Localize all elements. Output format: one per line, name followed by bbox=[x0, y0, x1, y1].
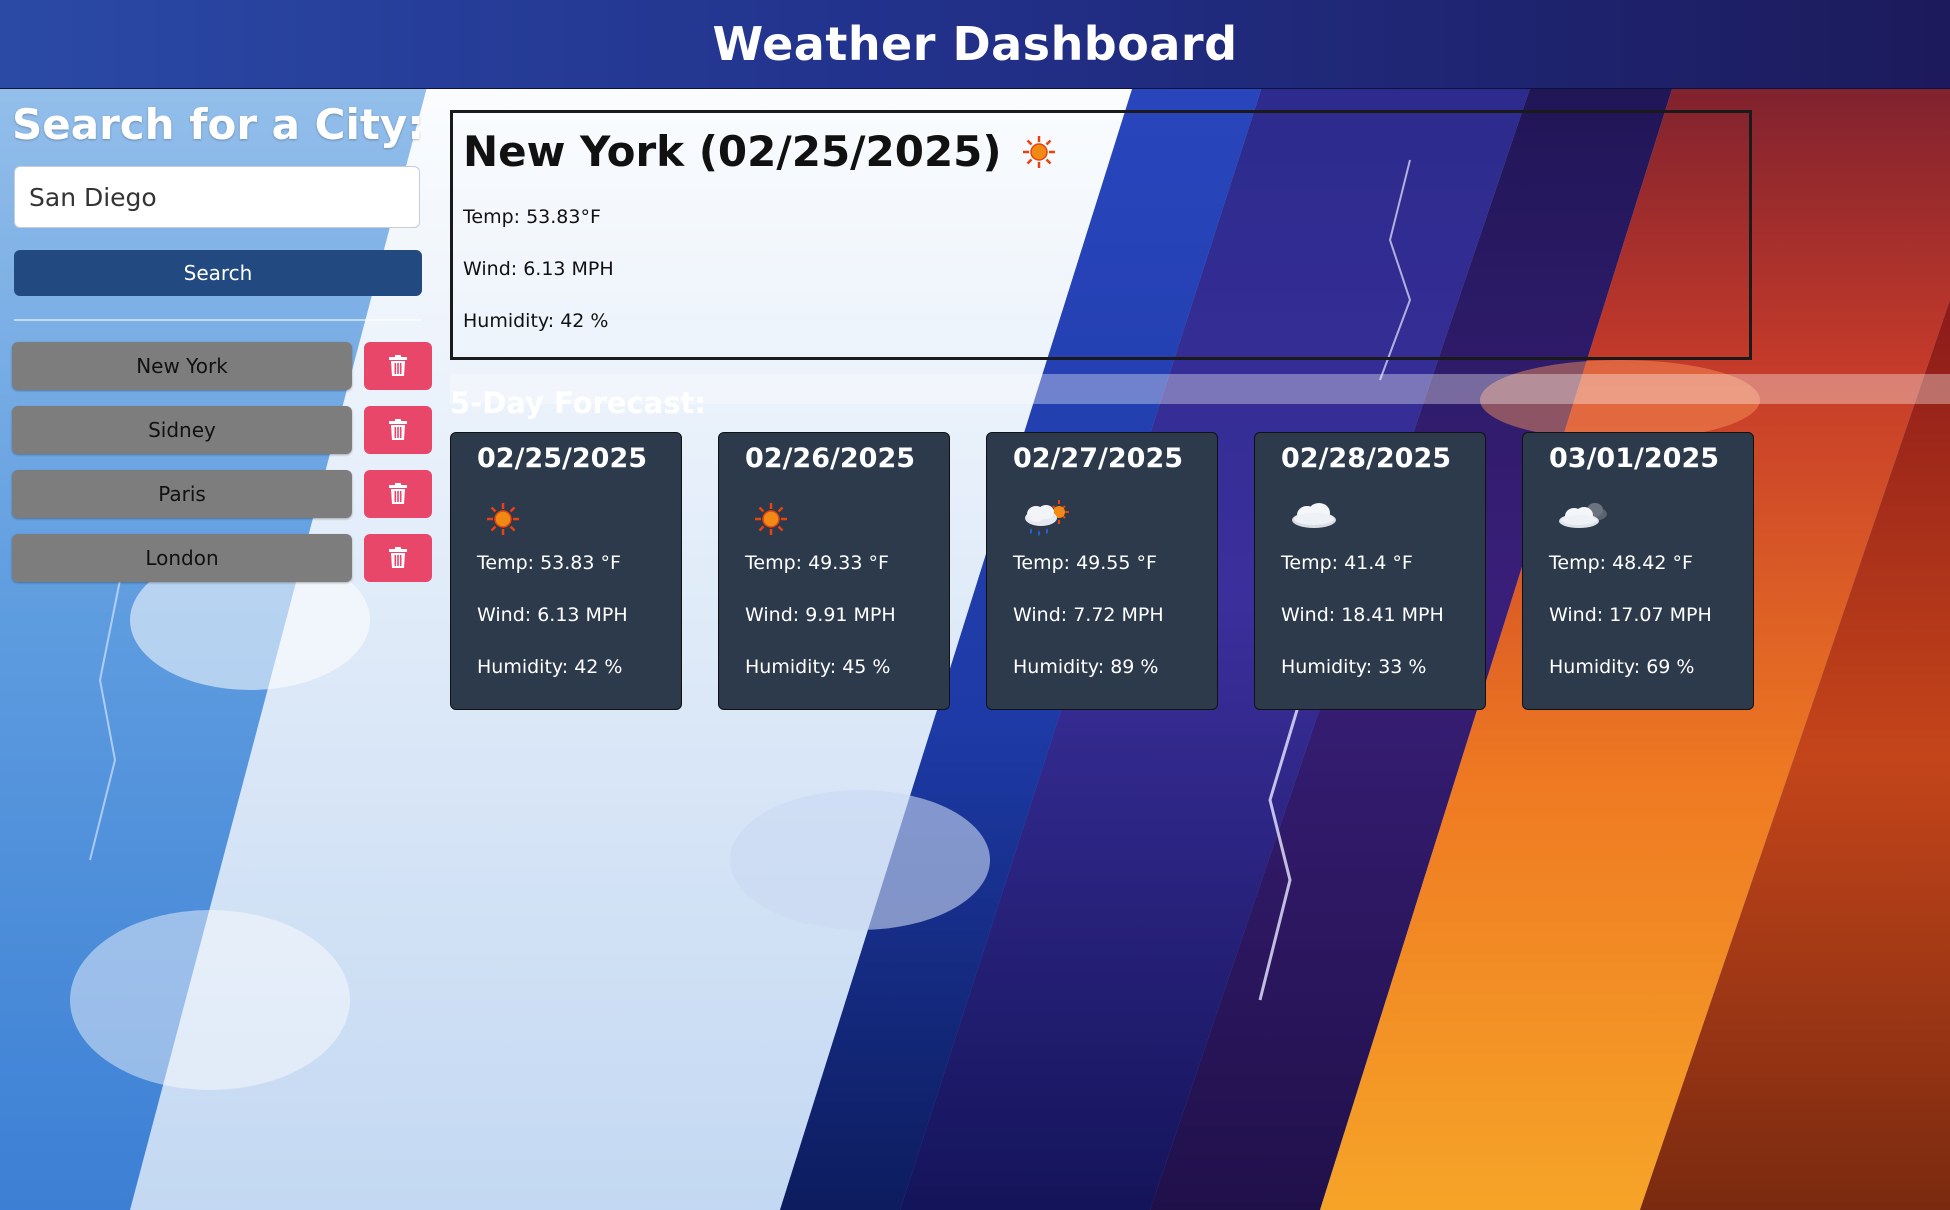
city-search-input[interactable] bbox=[14, 166, 420, 228]
forecast-card: 02/27/2025 Temp: 49.55 °F Wind: 7.72 MPH… bbox=[986, 432, 1218, 710]
sun-icon bbox=[755, 503, 787, 535]
forecast-card: 03/01/2025 Temp: 48.42 °F Wind: 17.07 MP… bbox=[1522, 432, 1754, 710]
history-city-button[interactable]: New York bbox=[12, 342, 352, 390]
history-city-button[interactable]: Paris bbox=[12, 470, 352, 518]
forecast-date: 02/26/2025 bbox=[745, 443, 916, 474]
sun-icon bbox=[487, 503, 519, 535]
forecast-heading: 5-Day Forecast: bbox=[450, 386, 706, 420]
forecast-humidity: Humidity: 45 % bbox=[745, 656, 891, 678]
trash-icon bbox=[389, 547, 407, 568]
trash-icon bbox=[389, 483, 407, 504]
delete-city-button[interactable] bbox=[364, 534, 432, 582]
trash-icon bbox=[389, 419, 407, 440]
forecast-card: 02/28/2025 Temp: 41.4 °F Wind: 18.41 MPH… bbox=[1254, 432, 1486, 710]
search-button[interactable]: Search bbox=[14, 250, 422, 296]
divider bbox=[14, 319, 422, 321]
history-item: Paris bbox=[12, 470, 442, 518]
forecast-date: 02/27/2025 bbox=[1013, 443, 1184, 474]
forecast-humidity: Humidity: 89 % bbox=[1013, 656, 1159, 678]
broken-clouds-icon bbox=[1559, 503, 1607, 528]
delete-city-button[interactable] bbox=[364, 406, 432, 454]
delete-city-button[interactable] bbox=[364, 470, 432, 518]
current-weather-panel: New York (02/25/2025) Temp: 53.83°F Wind… bbox=[450, 110, 1752, 360]
history-city-button[interactable]: Sidney bbox=[12, 406, 352, 454]
forecast-wind: Wind: 7.72 MPH bbox=[1013, 604, 1164, 626]
rain-sun-icon bbox=[1025, 500, 1069, 536]
forecast-cards: 02/25/2025 Temp: 53.83 °F Wind: 6.13 MPH… bbox=[450, 432, 1760, 712]
app-header: Weather Dashboard bbox=[0, 0, 1950, 89]
search-sidebar: Search for a City: Search New York Sidne… bbox=[12, 100, 432, 582]
search-heading: Search for a City: bbox=[12, 100, 425, 149]
forecast-card: 02/25/2025 Temp: 53.83 °F Wind: 6.13 MPH… bbox=[450, 432, 682, 710]
delete-city-button[interactable] bbox=[364, 342, 432, 390]
current-weather-heading: New York (02/25/2025) bbox=[463, 127, 1739, 176]
current-humidity: Humidity: 42 % bbox=[463, 310, 609, 332]
page-title: Weather Dashboard bbox=[712, 17, 1238, 71]
forecast-date: 02/25/2025 bbox=[477, 443, 648, 474]
forecast-temp: Temp: 49.33 °F bbox=[745, 552, 889, 574]
forecast-humidity: Humidity: 42 % bbox=[477, 656, 623, 678]
forecast-wind: Wind: 17.07 MPH bbox=[1549, 604, 1712, 626]
current-city-title: New York (02/25/2025) bbox=[463, 127, 1002, 176]
cloud-icon bbox=[1292, 503, 1336, 528]
history-city-button[interactable]: London bbox=[12, 534, 352, 582]
forecast-temp: Temp: 49.55 °F bbox=[1013, 552, 1157, 574]
history-item: New York bbox=[12, 342, 442, 390]
forecast-wind: Wind: 9.91 MPH bbox=[745, 604, 896, 626]
forecast-date: 03/01/2025 bbox=[1549, 443, 1720, 474]
trash-icon bbox=[389, 355, 407, 376]
forecast-temp: Temp: 48.42 °F bbox=[1549, 552, 1693, 574]
forecast-temp: Temp: 41.4 °F bbox=[1281, 552, 1413, 574]
current-wind: Wind: 6.13 MPH bbox=[463, 258, 614, 280]
forecast-wind: Wind: 6.13 MPH bbox=[477, 604, 628, 626]
forecast-humidity: Humidity: 69 % bbox=[1549, 656, 1695, 678]
forecast-card: 02/26/2025 Temp: 49.33 °F Wind: 9.91 MPH… bbox=[718, 432, 950, 710]
forecast-temp: Temp: 53.83 °F bbox=[477, 552, 621, 574]
forecast-humidity: Humidity: 33 % bbox=[1281, 656, 1427, 678]
sun-icon bbox=[1022, 135, 1055, 168]
search-history: New York Sidney Paris London bbox=[12, 342, 442, 598]
forecast-wind: Wind: 18.41 MPH bbox=[1281, 604, 1444, 626]
forecast-date: 02/28/2025 bbox=[1281, 443, 1452, 474]
current-temp: Temp: 53.83°F bbox=[463, 206, 601, 228]
history-item: London bbox=[12, 534, 442, 582]
history-item: Sidney bbox=[12, 406, 442, 454]
